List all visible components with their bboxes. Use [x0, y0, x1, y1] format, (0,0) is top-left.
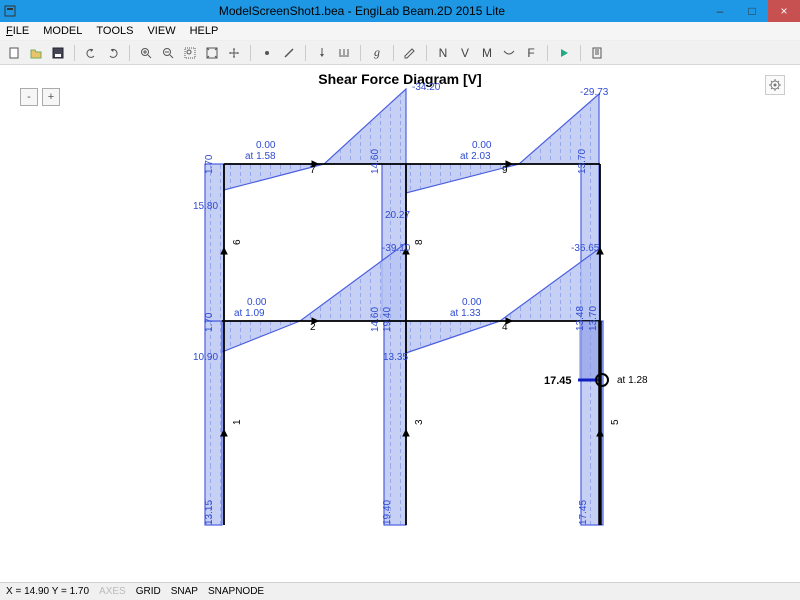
save-icon[interactable] — [48, 43, 68, 63]
pencil-icon[interactable] — [400, 43, 420, 63]
report-icon[interactable] — [587, 43, 607, 63]
gravity-icon[interactable]: g — [367, 43, 387, 63]
element-number: 2 — [310, 322, 316, 333]
titlebar: ModelScreenShot1.bea - EngiLab Beam.2D 2… — [0, 0, 800, 22]
status-grid[interactable]: GRID — [136, 586, 161, 597]
element-number: 1 — [232, 419, 243, 425]
beam-at-label: at 1.33 — [450, 308, 481, 319]
column-label: 14.60 — [370, 149, 381, 174]
separator — [360, 45, 361, 61]
column-label: 13.70 — [577, 149, 588, 174]
cursor-value: 17.45 — [544, 375, 572, 387]
undo-icon[interactable] — [81, 43, 101, 63]
minimize-button[interactable]: – — [704, 0, 736, 22]
moment-m-button[interactable]: M — [477, 43, 497, 63]
column-label: 19.40 — [382, 500, 393, 525]
beam-zero-label: 0.00 — [462, 297, 481, 308]
distributed-load-icon[interactable] — [334, 43, 354, 63]
cursor-marker — [595, 373, 609, 387]
beam-zero-label: 0.00 — [472, 140, 491, 151]
beam-zero-label: 0.00 — [256, 140, 275, 151]
column-label: 13.70 — [588, 306, 599, 331]
status-coords: X = 14.90 Y = 1.70 — [6, 586, 89, 597]
separator — [74, 45, 75, 61]
beam-at-label: at 1.58 — [245, 151, 276, 162]
zoom-in-icon[interactable] — [136, 43, 156, 63]
beam-zero-label: 0.00 — [247, 297, 266, 308]
force-f-button[interactable]: F — [521, 43, 541, 63]
separator — [426, 45, 427, 61]
column-label: 1.70 — [204, 155, 215, 174]
column-label: 13.35 — [383, 352, 408, 363]
peak-label: -29.73 — [580, 87, 608, 98]
new-file-icon[interactable] — [4, 43, 24, 63]
load-down-icon[interactable] — [312, 43, 332, 63]
column-label: 17.45 — [578, 500, 589, 525]
toolbar: g N V M F — [0, 41, 800, 65]
shear-v-button[interactable]: V — [455, 43, 475, 63]
menubar: FILE MODEL TOOLS VIEW HELP — [0, 22, 800, 41]
peak-label: -34.20 — [412, 82, 440, 93]
separator — [250, 45, 251, 61]
column-label: 20.27 — [385, 210, 410, 221]
status-snap[interactable]: SNAP — [171, 586, 198, 597]
redo-icon[interactable] — [103, 43, 123, 63]
axial-n-button[interactable]: N — [433, 43, 453, 63]
maximize-button[interactable]: □ — [736, 0, 768, 22]
app-icon — [0, 5, 20, 17]
zoom-extents-icon[interactable] — [202, 43, 222, 63]
window-title: ModelScreenShot1.bea - EngiLab Beam.2D 2… — [20, 4, 704, 18]
status-axes[interactable]: AXES — [99, 586, 126, 597]
element-number: 6 — [232, 239, 243, 245]
separator — [129, 45, 130, 61]
element-number: 7 — [310, 165, 316, 176]
element-number: 3 — [414, 419, 425, 425]
separator — [580, 45, 581, 61]
menu-help[interactable]: HELP — [190, 25, 219, 37]
shear-diagram-svg — [0, 65, 800, 581]
column-label: 10.90 — [193, 352, 218, 363]
column-label: -36.65 — [571, 243, 599, 254]
menu-model[interactable]: MODEL — [43, 25, 82, 37]
pan-icon[interactable] — [224, 43, 244, 63]
beam-at-label: at 2.03 — [460, 151, 491, 162]
column-label: 19.40 — [382, 307, 393, 332]
separator — [547, 45, 548, 61]
menu-tools[interactable]: TOOLS — [96, 25, 133, 37]
zoom-out-icon[interactable] — [158, 43, 178, 63]
deflection-icon[interactable] — [499, 43, 519, 63]
window-controls: – □ × — [704, 0, 800, 22]
menu-view[interactable]: VIEW — [147, 25, 175, 37]
element-number: 5 — [610, 419, 621, 425]
status-snapnode[interactable]: SNAPNODE — [208, 586, 264, 597]
element-number: 4 — [502, 322, 508, 333]
node-tool-icon[interactable] — [257, 43, 277, 63]
statusbar: X = 14.90 Y = 1.70 AXES GRID SNAP SNAPNO… — [0, 582, 800, 600]
element-number: 8 — [414, 239, 425, 245]
column-label: 1.70 — [204, 313, 215, 332]
column-label: 14.60 — [370, 307, 381, 332]
separator — [393, 45, 394, 61]
element-tool-icon[interactable] — [279, 43, 299, 63]
column-label: 13.15 — [204, 500, 215, 525]
run-analysis-icon[interactable] — [554, 43, 574, 63]
separator — [305, 45, 306, 61]
column-label: -39.10 — [382, 243, 410, 254]
close-button[interactable]: × — [768, 0, 800, 22]
column-label: 15.80 — [193, 201, 218, 212]
diagram-canvas[interactable]: Shear Force Diagram [V] - + — [0, 65, 800, 581]
beam-at-label: at 1.09 — [234, 308, 265, 319]
menu-file[interactable]: FILE — [6, 25, 29, 37]
open-folder-icon[interactable] — [26, 43, 46, 63]
column-label: 13.48 — [575, 306, 586, 331]
zoom-window-icon[interactable] — [180, 43, 200, 63]
element-number: 9 — [502, 165, 508, 176]
cursor-at: at 1.28 — [617, 375, 648, 386]
